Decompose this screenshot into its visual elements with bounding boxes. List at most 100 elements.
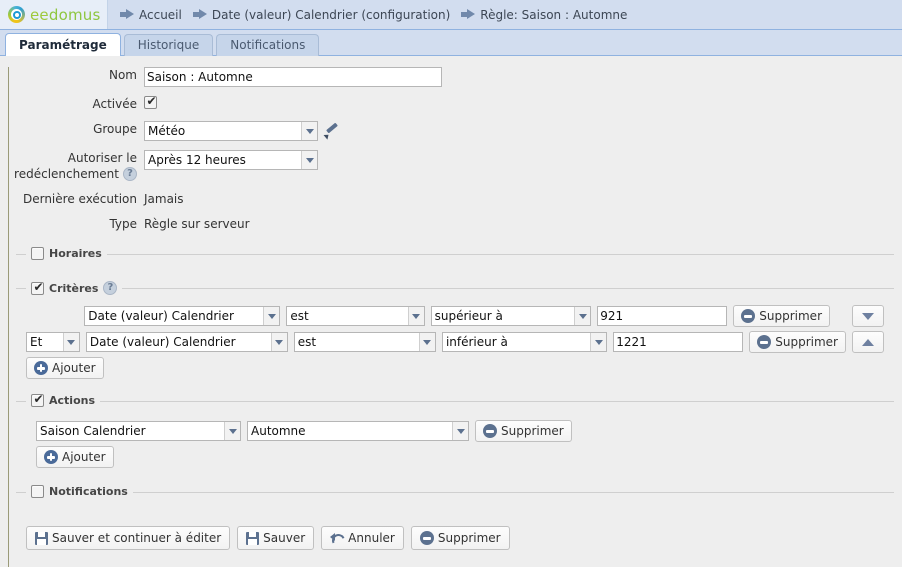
tab-parametrage[interactable]: Paramétrage [5,33,121,56]
save-label: Sauver [263,531,305,545]
criteria-delete-button[interactable]: Supprimer [749,331,846,353]
type-value: Règle sur serveur [144,216,250,232]
criteria-delete-label: Supprimer [759,309,822,323]
action-delete-button[interactable]: Supprimer [475,420,572,442]
save-icon [35,532,48,545]
horaires-checkbox[interactable] [31,247,44,260]
plus-circle-icon [34,361,48,375]
activee-label: Activée [4,96,144,112]
question-mark-icon[interactable]: ? [103,281,117,295]
section-criteres-header: Critères ? [26,281,122,295]
chevron-down-icon [408,307,424,325]
criteria-operator-value: supérieur à [432,307,591,325]
save-icon [246,532,259,545]
autoriser-select-value: Après 12 heures [145,151,317,169]
minus-circle-icon [757,335,771,349]
action-value-value: Automne [248,422,468,440]
section-criteres: Critères ? Date (valeur) Calendrier est … [16,288,894,387]
brand-name-part-1: ee [30,6,49,24]
actions-add-label: Ajouter [62,450,106,464]
criteria-move-up-button[interactable] [852,331,884,353]
groupe-select[interactable]: Météo [144,121,318,141]
minus-circle-icon [483,424,497,438]
criteria-value-input[interactable] [613,332,743,352]
chevron-down-icon [263,307,279,325]
criteria-move-down-button[interactable] [852,305,884,327]
breadcrumb-item-accueil[interactable]: Accueil [120,8,182,22]
action-value-select[interactable]: Automne [247,421,469,441]
criteria-operator-select[interactable]: inférieur à [442,332,607,352]
section-horaires: Horaires [16,254,894,276]
section-notifications-title: Notifications [49,485,128,498]
triangle-down-icon [862,313,874,320]
nom-input[interactable] [144,67,442,87]
action-target-select[interactable]: Saison Calendrier [36,421,241,441]
undo-icon [330,532,344,545]
breadcrumb-item-rule[interactable]: Règle: Saison : Automne [461,8,627,22]
criteria-device-select[interactable]: Date (valeur) Calendrier [84,306,280,326]
criteria-operator-select[interactable]: supérieur à [431,306,592,326]
actions-body: Saison Calendrier Automne Supprimer Ajou… [16,402,894,476]
criteria-conjunction-select[interactable]: Et [26,332,80,352]
page-content: Nom Activée Groupe Météo Autoriser le re… [0,67,902,567]
section-actions: Actions Saison Calendrier Automne Suppri… [16,401,894,476]
chevron-down-icon [271,333,287,351]
action-target-value: Saison Calendrier [37,422,240,440]
chevron-down-icon [419,333,435,351]
pencil-icon[interactable] [324,123,340,139]
arrow-right-icon [461,9,475,20]
criteria-verb-select[interactable]: est [294,332,436,352]
delete-button[interactable]: Supprimer [411,526,510,550]
brand-logo[interactable]: eedomus [0,0,108,29]
tab-historique[interactable]: Historique [124,34,214,56]
section-notifications: Notifications [16,492,894,512]
section-horaires-header: Horaires [26,247,107,260]
groupe-select-value: Météo [145,122,317,140]
criteres-add-button[interactable]: Ajouter [26,357,104,379]
tab-notifications[interactable]: Notifications [216,34,319,56]
top-bar: eedomus Accueil Date (valeur) Calendrier… [0,0,902,30]
triangle-up-icon [862,339,874,346]
breadcrumb-label: Date (valeur) Calendrier (configuration) [212,8,450,22]
plus-circle-icon [44,450,58,464]
question-mark-icon[interactable]: ? [123,167,137,181]
type-label: Type [4,216,144,232]
criteres-body: Date (valeur) Calendrier est supérieur à… [16,289,894,387]
section-notifications-header: Notifications [26,485,133,498]
breadcrumb-label: Règle: Saison : Automne [480,8,627,22]
delete-label: Supprimer [438,531,501,545]
actions-checkbox[interactable] [31,394,44,407]
actions-add-row: Ajouter [36,446,884,468]
derniere-execution-label: Dernière exécution [4,191,144,207]
chevron-down-icon [224,422,240,440]
eedomus-ring-logo [8,6,25,23]
actions-add-button[interactable]: Ajouter [36,446,114,468]
criteria-operator-value: inférieur à [443,333,606,351]
breadcrumb-item-device[interactable]: Date (valeur) Calendrier (configuration) [193,8,450,22]
breadcrumb-label: Accueil [139,8,182,22]
criteria-verb-select[interactable]: est [286,306,424,326]
criteria-device-select[interactable]: Date (valeur) Calendrier [86,332,288,352]
field-row-derniere-execution: Dernière exécution Jamais [4,191,902,207]
action-delete-label: Supprimer [501,424,564,438]
cancel-label: Annuler [348,531,395,545]
activee-checkbox[interactable] [144,96,157,109]
criteria-row: Date (valeur) Calendrier est supérieur à… [26,305,884,327]
section-actions-title: Actions [49,394,95,407]
chevron-down-icon [301,151,317,169]
brand-name-part-2: domus [49,6,101,24]
autoriser-select[interactable]: Après 12 heures [144,150,318,170]
criteria-value-input[interactable] [597,306,727,326]
criteres-checkbox[interactable] [31,282,44,295]
arrow-right-icon [120,9,134,20]
criteria-verb-value: est [295,333,435,351]
chevron-down-icon [590,333,606,351]
notifications-checkbox[interactable] [31,485,44,498]
tab-bar: Paramétrage Historique Notifications [0,30,902,56]
save-button[interactable]: Sauver [237,526,314,550]
cancel-button[interactable]: Annuler [321,526,404,550]
save-and-continue-button[interactable]: Sauver et continuer à éditer [26,526,230,550]
minus-circle-icon [420,531,434,545]
minus-circle-icon [741,309,755,323]
criteria-delete-button[interactable]: Supprimer [733,305,830,327]
